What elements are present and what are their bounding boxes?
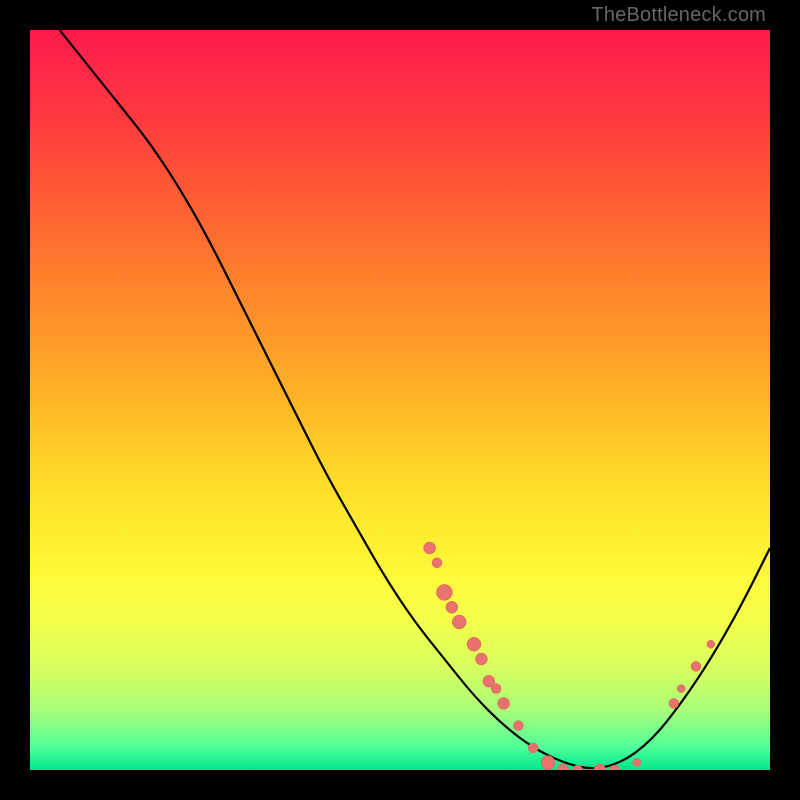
bottleneck-curve (60, 30, 770, 768)
scatter-dot (436, 584, 452, 600)
scatter-dot (432, 558, 442, 568)
scatter-dot (557, 764, 569, 770)
scatter-dot (691, 661, 701, 671)
scatter-dot (498, 697, 510, 709)
scatter-group (424, 542, 715, 770)
scatter-dot (541, 756, 555, 770)
scatter-dot (446, 601, 458, 613)
scatter-dot (677, 685, 685, 693)
scatter-dot (424, 542, 436, 554)
scatter-dot (707, 640, 715, 648)
scatter-dot (452, 615, 466, 629)
scatter-dot (594, 764, 606, 770)
scatter-dot (513, 721, 523, 731)
scatter-dot (633, 759, 641, 767)
watermark-text: TheBottleneck.com (591, 4, 766, 27)
scatter-dot (528, 743, 538, 753)
chart-svg (30, 30, 770, 770)
scatter-dot (491, 684, 501, 694)
scatter-dot (467, 637, 481, 651)
scatter-dot (475, 653, 487, 665)
scatter-dot (669, 698, 679, 708)
